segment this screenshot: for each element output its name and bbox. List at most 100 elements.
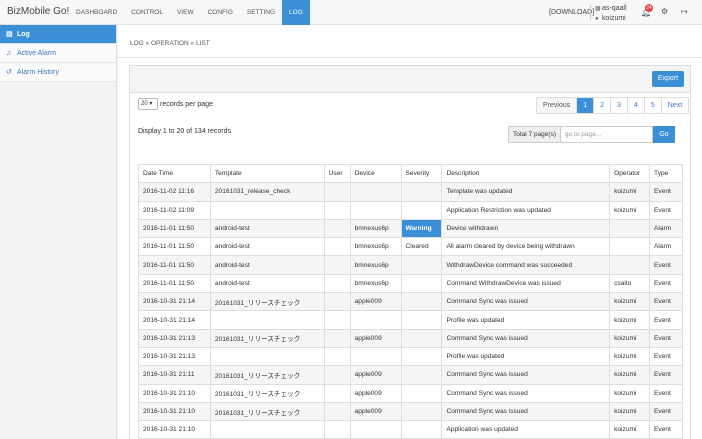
table-cell-device: apple009 [349,292,402,312]
table-cell-severity [400,200,443,220]
table-row[interactable]: 2016-10-31 21:13 20161031_リリースチェック apple00… [138,328,683,348]
table-cell-description: Command Sync was issued [441,292,611,312]
table-cell-date-time: 2016-10-31 21:10 [138,401,211,422]
table-cell-user [323,328,351,348]
table-row[interactable]: 2016-10-31 21:14 20161031_リリースチェック apple00… [138,292,683,312]
column-header-template: Template [209,163,325,184]
table-cell-date-time: 2016-10-31 21:14 [138,310,211,330]
table-row[interactable]: 2016-10-31 21:10 20161031_リリースチェック apple00… [138,383,683,403]
pagination: Previous 1 2 3 4 5 Next [536,97,690,114]
table-cell-date-time: 2016-11-01 11:50 [138,218,211,239]
table-row[interactable]: 2016-10-31 21:10 Application was updated k… [138,420,683,439]
gear-icon[interactable]: ⚙ [661,7,668,16]
column-header-description: Description [441,163,611,184]
display-count: Display 1 to 20 of 134 records [138,128,231,135]
records-per-page-label: records per page [160,100,213,108]
table-cell-device: apple009 [349,328,402,348]
table-cell-type: Event [649,200,683,220]
go-to-page: Total 7 page(s) go to page... Go [508,126,675,143]
table-cell-template [209,310,325,330]
brand-logo[interactable]: BizMobile Go! [7,6,69,17]
sidebar-item-alarm-history[interactable]: ↺ Alarm History [0,63,116,82]
table-cell-type: Alarm [649,237,683,257]
table-cell-description: Command Sync was issued [441,401,611,422]
document-icon: ▤ [6,31,13,38]
nav-log[interactable]: LOG [282,0,310,25]
table-cell-type: Alarm [649,218,683,239]
table-cell-type: Event [649,365,683,385]
table-cell-template [209,346,325,367]
records-per-page-select[interactable]: 20 ▾ [138,98,158,110]
table-row[interactable]: 2016-10-31 21:11 20161031_リリースチェック apple00… [138,365,683,385]
nav-setting[interactable]: SETTING [240,0,282,25]
table-cell-operator [609,237,651,257]
nav-control[interactable]: CONTROL [124,0,170,25]
pagination-page[interactable]: 1 [577,98,595,113]
table-cell-description: Command Sync was issued [441,365,611,385]
table-cell-device: apple009 [349,401,402,422]
history-icon: ↺ [6,69,12,76]
pagination-previous[interactable]: Previous [537,98,578,113]
table-cell-template: 20161031_リリースチェック [209,383,325,403]
table-cell-operator: koizumi [609,182,651,202]
table-cell-device: bmnexus6p [349,255,402,275]
table-cell-device [349,200,402,220]
sidebar-item-active-alarm[interactable]: ♫ Active Alarm [0,44,116,63]
table-cell-operator [609,255,651,275]
table-cell-date-time: 2016-10-31 21:10 [138,383,211,403]
table-cell-template: 20161031_リリースチェック [209,292,325,312]
table-cell-type: Event [649,328,683,348]
table-row[interactable]: 2016-10-31 21:14 Profile was updated koizu… [138,310,683,330]
table-cell-user [323,218,351,239]
table-cell-severity: Cleared [400,237,443,257]
breadcrumb: LOG » OPERATION » LIST [130,40,210,47]
table-row[interactable]: 2016-10-31 21:10 20161031_リリースチェック apple00… [138,401,683,422]
table-cell-template [209,420,325,439]
table-cell-description: Command Sync was issued [441,328,611,348]
pagination-page[interactable]: 4 [627,98,645,113]
table-row[interactable]: 2016-11-01 11:50 android-test bmnexus6p War… [138,218,683,239]
download-link[interactable]: [DOWNLOAD] [549,9,594,16]
table-cell-template [209,200,325,220]
sign-out-icon[interactable]: ↦ [681,7,688,16]
records-per-page-value: 20 [141,101,148,107]
table-cell-description: Application Restriction was updated [441,200,611,220]
table-row[interactable]: 2016-11-01 11:50 android-test bmnexus6p Cle… [138,237,683,257]
table-row[interactable]: 2016-11-02 11:09 Application Restriction … [138,200,683,220]
go-button[interactable]: Go [653,126,675,143]
table-cell-user [323,255,351,275]
table-cell-type: Event [649,182,683,202]
table-cell-date-time: 2016-10-31 21:11 [138,365,211,385]
table-header-row: Date Time Template User Device Severity Descr… [138,163,683,184]
table-cell-user [323,346,351,367]
column-header-user: User [323,163,351,184]
table-row[interactable]: 2016-10-31 21:13 Profile was updated koizu… [138,346,683,367]
tenant-name: as-qaall [602,5,627,12]
table-cell-user [323,420,351,439]
export-button[interactable]: Export [652,71,684,87]
pagination-page[interactable]: 3 [611,98,628,113]
pagination-page[interactable]: 5 [644,98,662,113]
table-row[interactable]: 2016-11-01 11:50 android-test bmnexus6p Wit… [138,255,683,275]
user-info[interactable]: ▦as-qaall ● koizumi [595,4,627,24]
table-cell-date-time: 2016-11-01 11:50 [138,255,211,275]
pagination-page[interactable]: 2 [594,98,612,113]
table-cell-description: Command WithdrawDevice was issued [441,273,611,294]
table-row[interactable]: 2016-11-01 11:50 android-test bmnexus6p Com… [138,273,683,294]
pagination-next[interactable]: Next [661,98,689,113]
nav-config[interactable]: CONFIG [201,0,240,25]
table-row[interactable]: 2016-11-02 11:16 20161031_release_check Te… [138,182,683,202]
user-icon: ● [595,16,599,22]
nav-view[interactable]: VIEW [170,0,201,25]
go-to-page-input[interactable]: go to page... [561,126,653,143]
table-cell-description: Device withdrawn [441,218,611,239]
nav-dashboard[interactable]: DASHBOARD [69,0,124,25]
table-cell-user [323,292,351,312]
table-cell-severity [400,346,443,367]
sidebar-item-log[interactable]: ▤ Log [0,25,116,44]
table-cell-severity [400,383,443,403]
table-cell-severity [400,255,443,275]
table-cell-severity [400,401,443,422]
table-cell-operator: koizumi [609,401,651,422]
table-cell-device: apple009 [349,383,402,403]
